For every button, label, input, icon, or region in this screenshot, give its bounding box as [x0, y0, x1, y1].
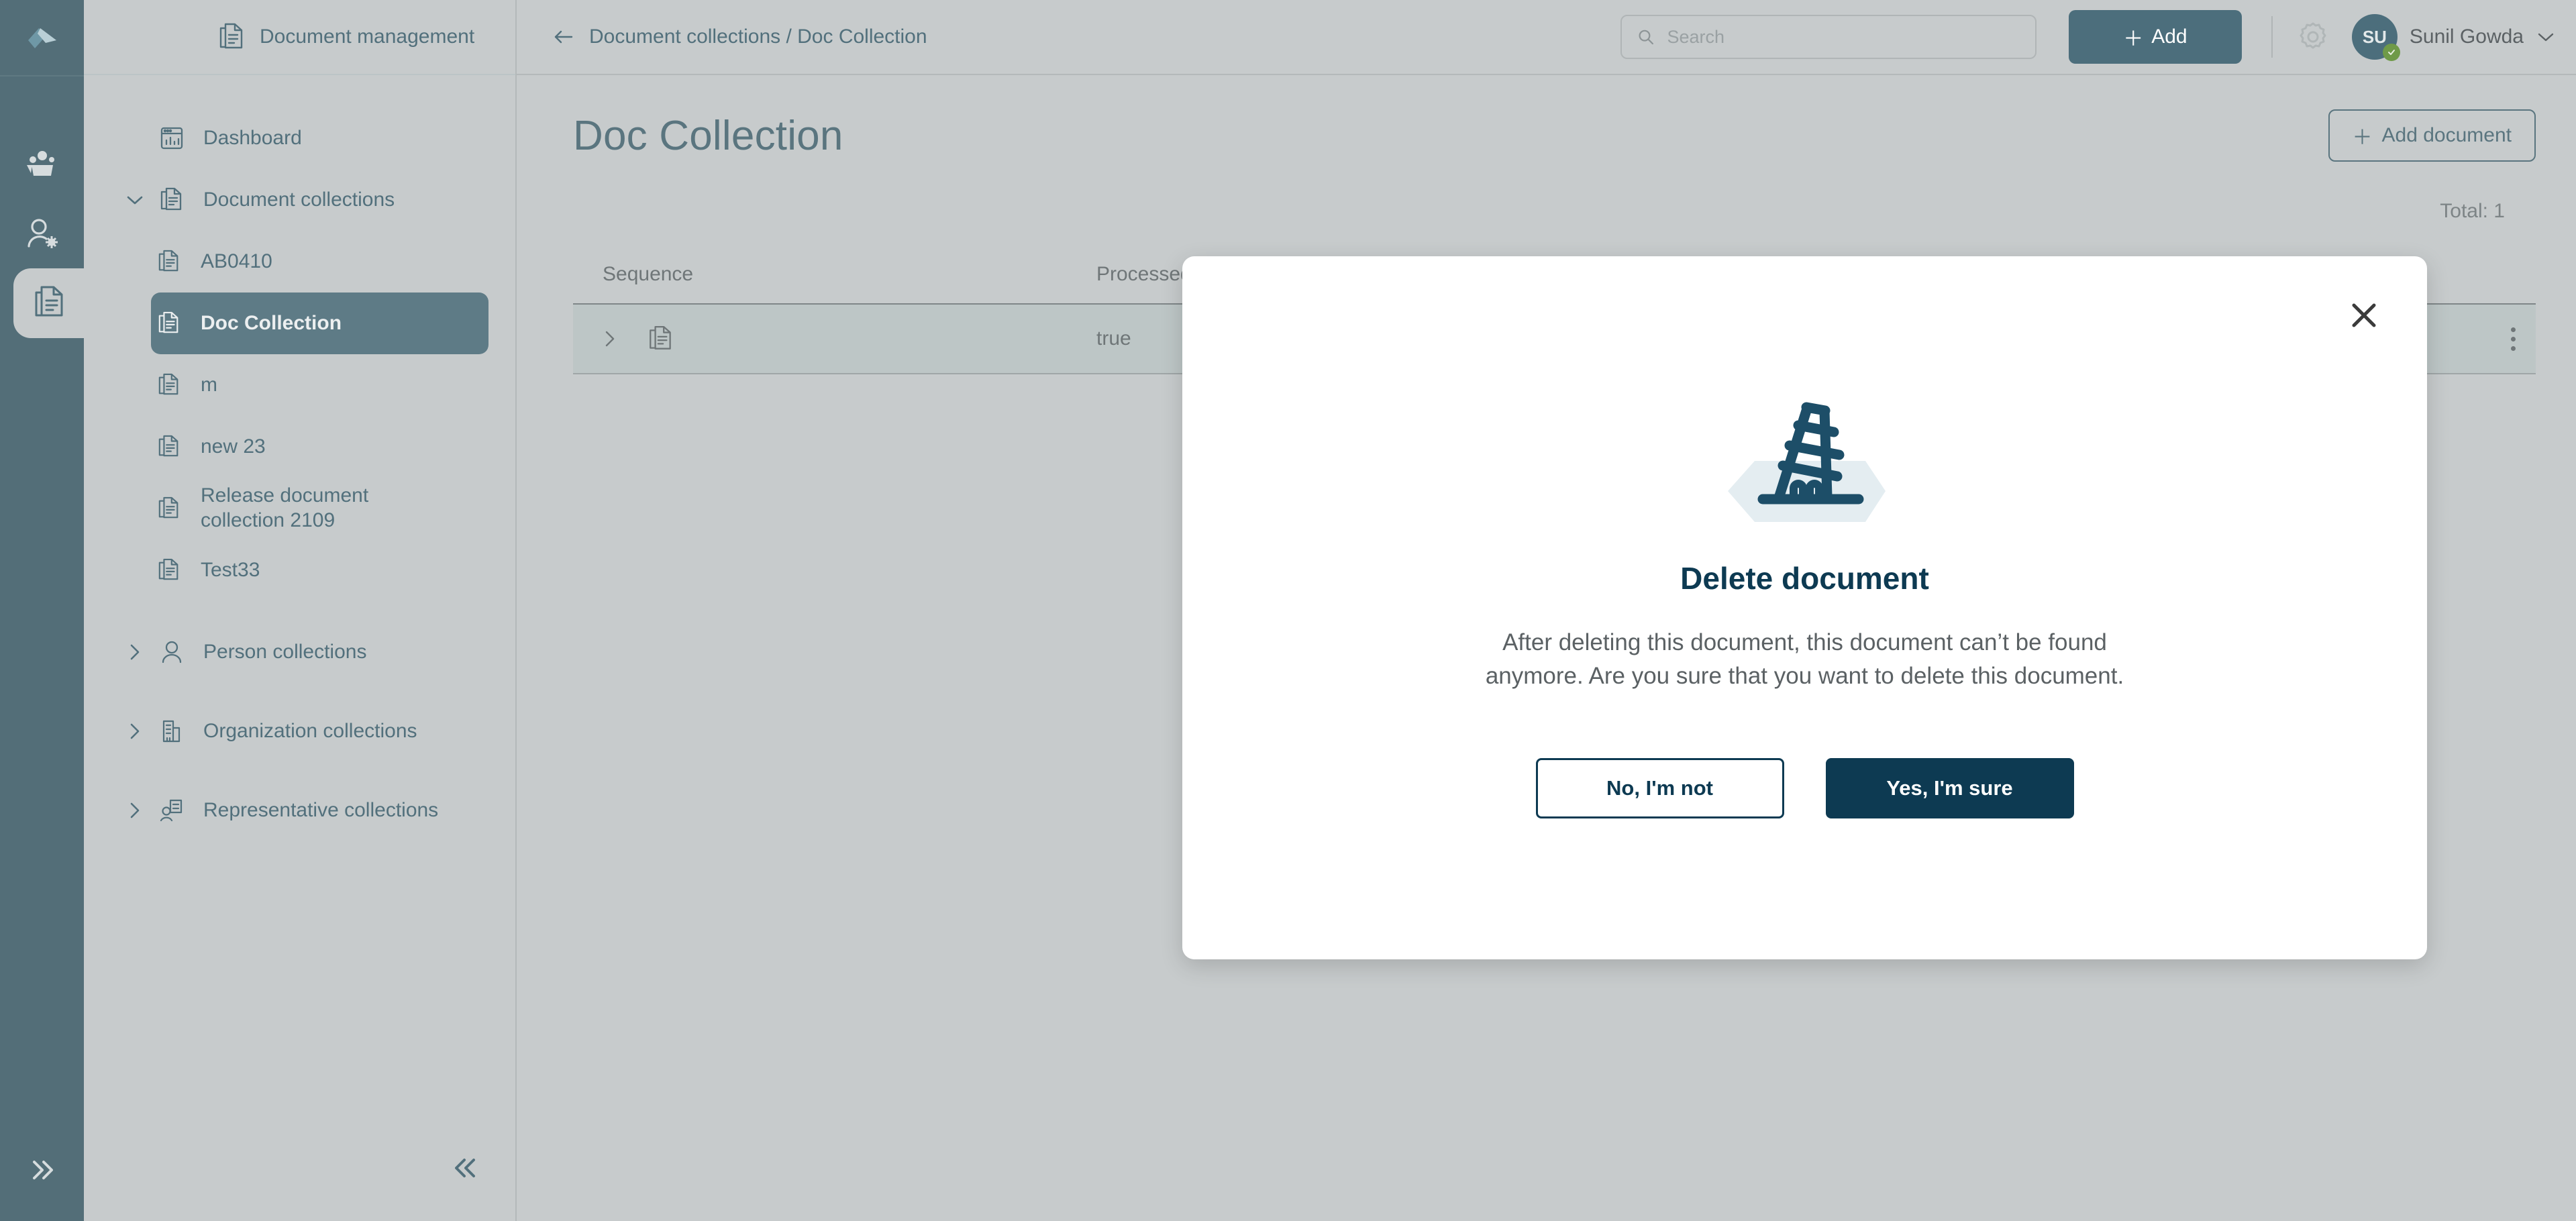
sidebar-item-label: AB0410: [201, 250, 272, 272]
sidebar-item-label: Organization collections: [203, 719, 417, 742]
sidebar-item-new-23[interactable]: new 23: [151, 416, 488, 478]
sidebar-item-label: Dashboard: [203, 126, 302, 149]
modal-close-button[interactable]: [2340, 291, 2388, 339]
dialog-illustration: [1708, 390, 1902, 528]
sidebar-item-label: Document collections: [203, 188, 395, 211]
chevron-right-icon: [130, 723, 140, 739]
documents-icon-wrap: [151, 372, 187, 398]
documents-icon-wrap: [151, 496, 187, 521]
sidebar-item-label: m: [201, 373, 217, 396]
sidebar-header[interactable]: Document management: [84, 0, 515, 75]
sidebar-item-label: Representative collections: [203, 798, 439, 821]
documents-icon-wrap: [151, 434, 187, 460]
documents-icon: [158, 250, 178, 272]
chevron-right-icon-wrap[interactable]: [116, 642, 154, 662]
documents-icon: [219, 23, 243, 49]
sidebar-item-ab0410[interactable]: AB0410: [151, 231, 488, 293]
rail-item-person-management[interactable]: [0, 129, 84, 199]
documents-icon-wrap: [151, 558, 187, 583]
chevron-down-icon-wrap[interactable]: [116, 193, 154, 207]
chevron-down-icon: [127, 196, 143, 205]
double-chevron-left-icon: [455, 1159, 475, 1177]
documents-icon: [158, 558, 178, 580]
documents-icon-wrap: [154, 187, 190, 213]
rail-expand-button[interactable]: [0, 1155, 84, 1185]
leaning-tower-icon: [1727, 402, 1886, 522]
dashboard-icon: [160, 127, 183, 150]
sidebar-item-release-document-collection-2109[interactable]: Release document collection 2109: [151, 478, 488, 539]
documents-icon: [158, 311, 178, 333]
sidebar-item-test33[interactable]: Test33: [151, 539, 488, 601]
sidebar-collapse-button[interactable]: [448, 1153, 483, 1186]
documents-icon: [160, 187, 182, 211]
sidebar-item-document-collections[interactable]: Document collections: [111, 169, 488, 231]
sidebar-item-doc-collection[interactable]: Doc Collection: [151, 293, 488, 354]
dialog-title: Delete document: [1680, 561, 1929, 596]
chevron-right-icon: [130, 644, 140, 660]
main-area: Document collections / Doc Collection ＋ …: [517, 0, 2576, 1221]
app-root: Document management Dashboard Document c…: [0, 0, 2576, 1221]
sidebar-item-person-collections[interactable]: Person collections: [111, 621, 488, 683]
rail-item-list: [0, 129, 84, 338]
documents-icon: [158, 435, 178, 457]
building-icon: [162, 720, 181, 743]
chevron-right-icon: [130, 802, 140, 818]
documents-icon-wrap: [151, 311, 187, 336]
person-icon: [162, 641, 182, 663]
sidebar-item-label: Doc Collection: [201, 311, 342, 334]
representative-icon: [160, 799, 183, 822]
sidebar-item-organization-collections[interactable]: Organization collections: [111, 700, 488, 762]
people-group-icon: [26, 151, 54, 176]
sidebar-item-label: Person collections: [203, 640, 367, 663]
building-icon-wrap: [154, 719, 190, 744]
rail-divider: [0, 75, 84, 76]
sidebar-item-label: new 23: [201, 435, 266, 458]
documents-icon: [35, 286, 62, 317]
sidebar-nav: Dashboard Document collections AB0410 Do…: [84, 75, 515, 841]
sidebar-item-label: Release document collection 2109: [201, 484, 369, 531]
dashboard-icon-wrap: [154, 125, 190, 151]
rail-item-document-management[interactable]: [13, 268, 84, 338]
rail-item-user-administration[interactable]: [0, 199, 84, 268]
icon-rail: [0, 0, 84, 1221]
sidebar-item-m[interactable]: m: [151, 354, 488, 416]
chevron-right-icon-wrap[interactable]: [116, 800, 154, 820]
sidebar-item-dashboard[interactable]: Dashboard: [111, 107, 488, 169]
documents-icon: [158, 373, 178, 395]
layers-logo-icon: [28, 28, 56, 48]
dialog-message: After deleting this document, this docum…: [1485, 629, 2124, 690]
app-logo[interactable]: [0, 0, 84, 75]
sidebar: Document management Dashboard Document c…: [84, 0, 517, 1221]
close-icon: [2352, 303, 2376, 327]
person-icon-wrap: [154, 639, 190, 665]
user-settings-icon: [27, 219, 58, 248]
modal-overlay: Delete document After deleting this docu…: [517, 0, 2576, 1221]
chevron-right-icon-wrap[interactable]: [116, 721, 154, 741]
sidebar-header-label: Document management: [260, 25, 475, 48]
sidebar-item-label: Test33: [201, 558, 260, 581]
dialog-actions: No, I'm not Yes, I'm sure: [1535, 757, 2074, 818]
double-chevron-right-icon: [32, 1161, 53, 1179]
confirm-delete-button[interactable]: Yes, I'm sure: [1825, 757, 2074, 818]
delete-document-dialog: Delete document After deleting this docu…: [1182, 256, 2427, 959]
representative-icon-wrap: [154, 798, 190, 823]
sidebar-item-representative-collections[interactable]: Representative collections: [111, 780, 488, 841]
cancel-button[interactable]: No, I'm not: [1535, 757, 1784, 818]
documents-icon-wrap: [151, 249, 187, 274]
documents-icon: [158, 496, 178, 519]
